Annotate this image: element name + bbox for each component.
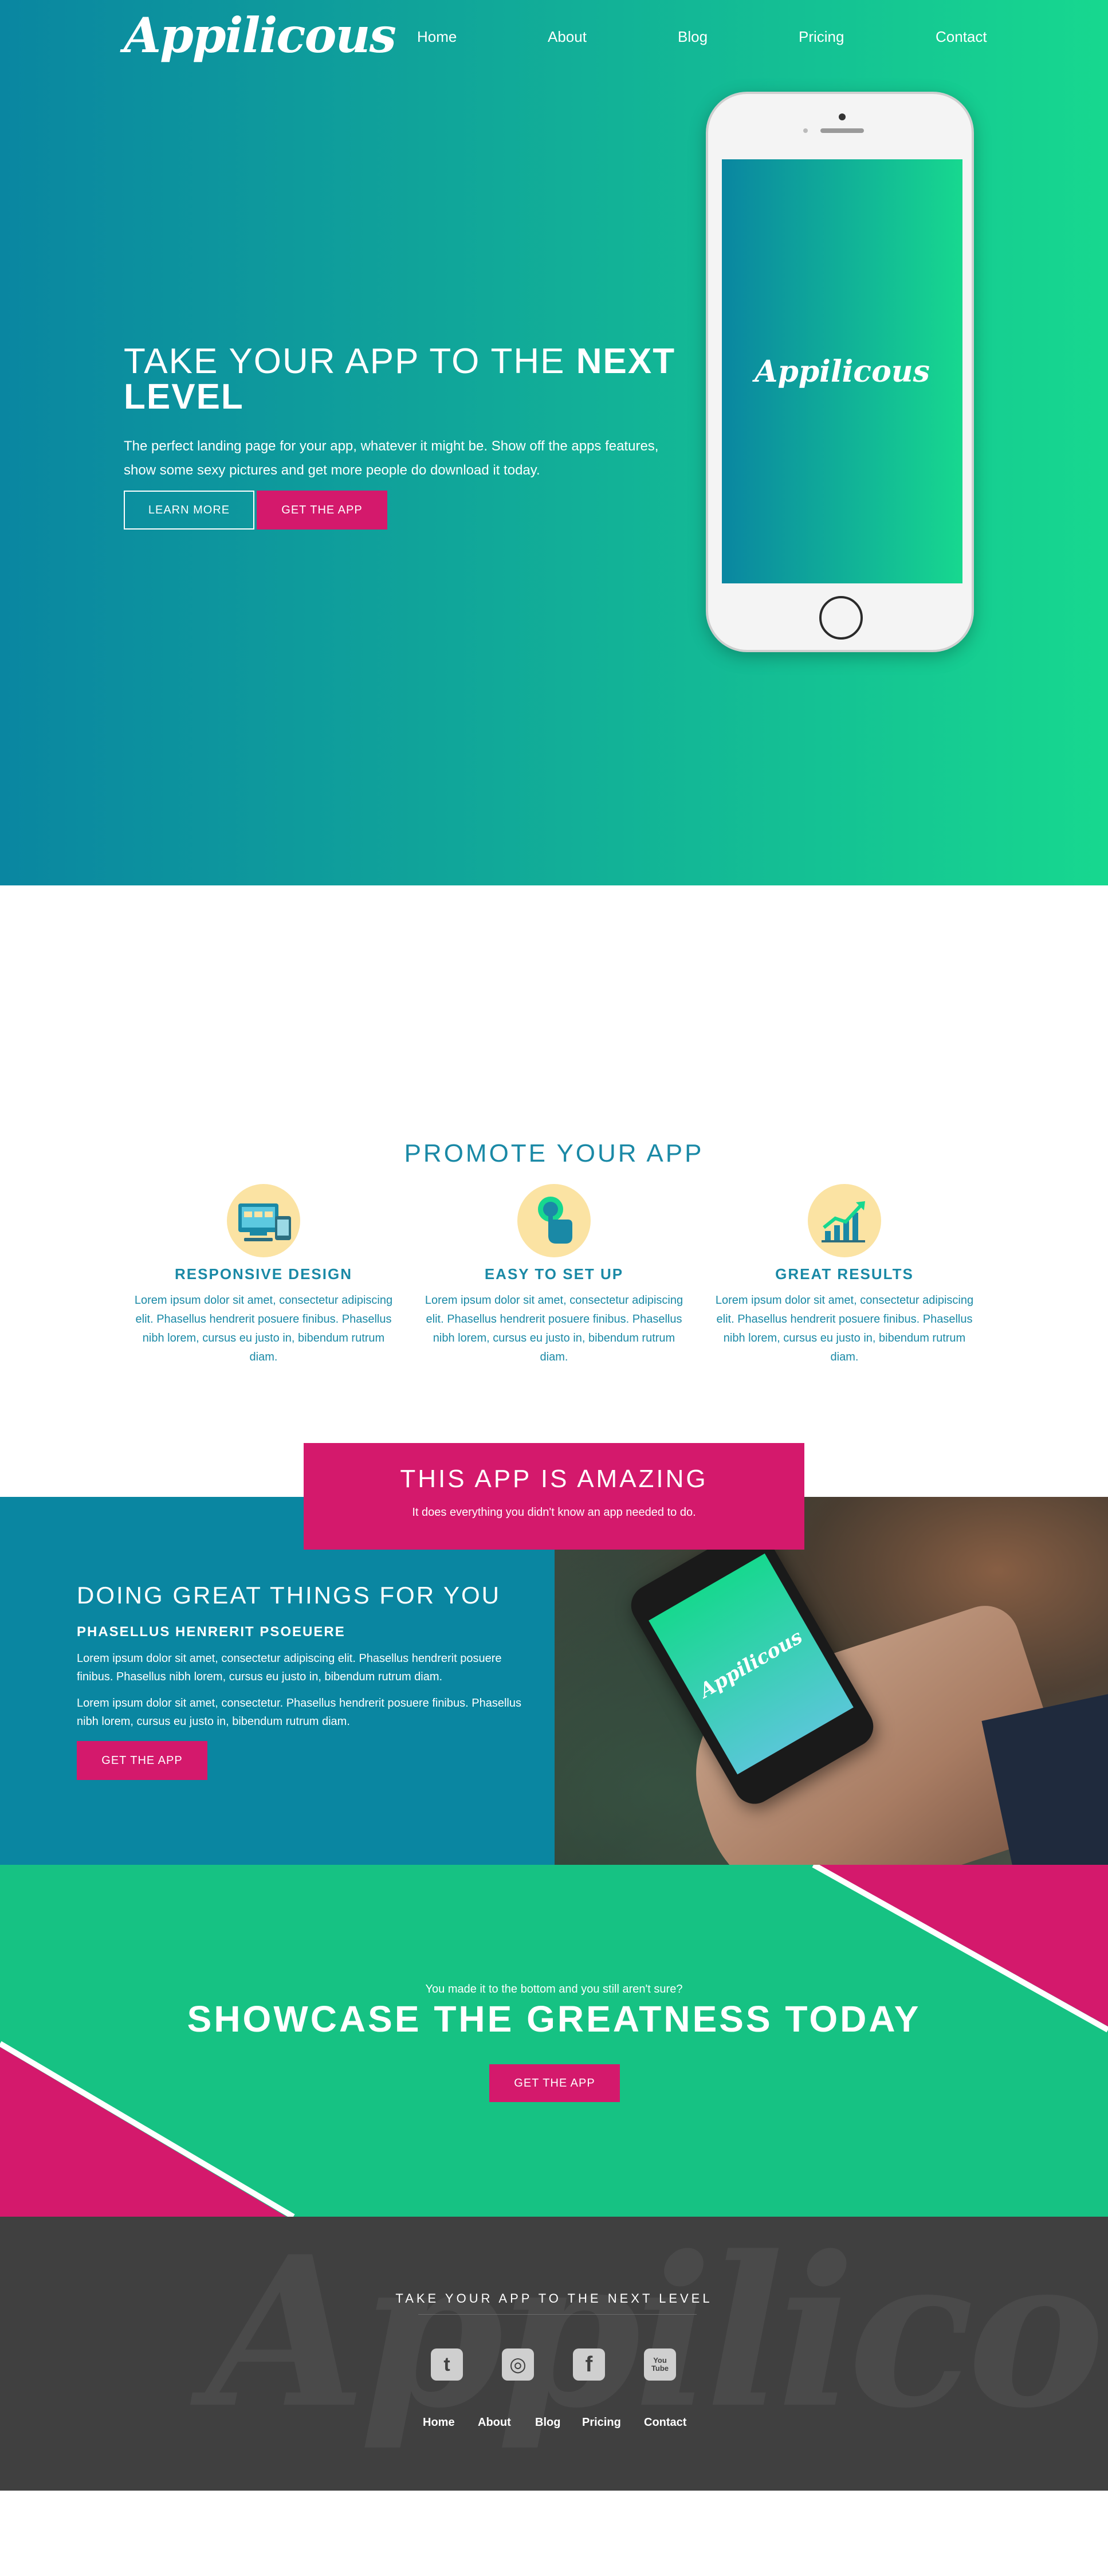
feature-text: Lorem ipsum dolor sit amet, consectetur …	[715, 1294, 974, 1363]
footer-tagline: TAKE YOUR APP TO THE NEXT LEVEL	[395, 2291, 713, 2306]
doing-title: DOING GREAT THINGS FOR YOU	[77, 1582, 501, 1609]
facebook-icon[interactable]: f	[573, 2348, 605, 2381]
youtube-icon[interactable]: You Tube	[644, 2348, 676, 2381]
twitter-icon[interactable]: t	[431, 2348, 463, 2381]
nav-pricing[interactable]: Pricing	[799, 25, 844, 48]
feature-title: EASY TO SET UP	[484, 1265, 624, 1283]
footer: Appilicous TAKE YOUR APP TO THE NEXT LEV…	[0, 2217, 1108, 2491]
get-app-button[interactable]: GET THE APP	[257, 491, 387, 530]
responsive-design-icon	[227, 1184, 300, 1257]
instagram-icon[interactable]: ◎	[502, 2348, 534, 2381]
footer-nav-contact[interactable]: Contact	[644, 2416, 686, 2429]
doing-get-app-button[interactable]: GET THE APP	[77, 1741, 207, 1780]
showcase-small-text: You made it to the bottom and you still …	[425, 1983, 683, 1995]
growth-chart-icon	[808, 1184, 881, 1257]
showcase-background	[0, 1865, 1108, 2217]
nav-contact[interactable]: Contact	[936, 25, 987, 48]
hero-section: Appilicous Home About Blog Pricing Conta…	[0, 0, 1108, 885]
phone-camera	[839, 113, 846, 120]
footer-nav-blog[interactable]: Blog	[535, 2416, 560, 2429]
feature-title: RESPONSIVE DESIGN	[175, 1265, 352, 1283]
amazing-title: THIS APP IS AMAZING	[400, 1465, 708, 1493]
footer-nav-about[interactable]: About	[478, 2416, 511, 2429]
phone-mockup: Appilicous	[706, 92, 974, 652]
feature-text: Lorem ipsum dolor sit amet, consectetur …	[425, 1294, 683, 1363]
doing-paragraph-2: Lorem ipsum dolor sit amet, consectetur.…	[77, 1697, 521, 1728]
showcase-section: You made it to the bottom and you still …	[0, 1865, 1108, 2217]
doing-section: DOING GREAT THINGS FOR YOU PHASELLUS HEN…	[0, 1497, 555, 1865]
feature-easy-setup: EASY TO SET UP Lorem ipsum dolor sit ame…	[417, 1184, 691, 1367]
feature-responsive-design: RESPONSIVE DESIGN Lorem ipsum dolor sit …	[126, 1184, 401, 1367]
doing-subtitle: PHASELLUS HENRERIT PSOEUERE	[77, 1624, 345, 1640]
showcase-title: SHOWCASE THE GREATNESS TODAY	[187, 1998, 921, 2040]
hero-title-light: TAKE YOUR APP TO THE	[124, 342, 576, 381]
feature-title: GREAT RESULTS	[775, 1265, 914, 1283]
footer-nav-home[interactable]: Home	[423, 2416, 455, 2429]
nav-home[interactable]: Home	[417, 25, 457, 48]
footer-divider	[418, 2314, 697, 2315]
phone-home-button	[819, 596, 863, 640]
learn-more-button[interactable]: LEARN MORE	[124, 491, 254, 530]
promote-title: PROMOTE YOUR APP	[404, 1139, 704, 1167]
amazing-banner: THIS APP IS AMAZING It does everything y…	[304, 1443, 804, 1550]
hero-subtitle: The perfect landing page for your app, w…	[124, 438, 659, 478]
nav-blog[interactable]: Blog	[678, 25, 708, 48]
amazing-subtitle: It does everything you didn't know an ap…	[412, 1506, 696, 1519]
feature-great-results: GREAT RESULTS Lorem ipsum dolor sit amet…	[707, 1184, 982, 1367]
hand-holding-phone-photo: Appilicous	[555, 1497, 1108, 1865]
photo-phone-screen: Appilicous	[649, 1553, 854, 1775]
tap-hand-icon	[517, 1184, 591, 1257]
showcase-get-app-button[interactable]: GET THE APP	[489, 2064, 620, 2102]
main-nav: Home About Blog Pricing Contact	[0, 25, 1108, 48]
phone-screen-logo: Appilicous	[755, 354, 930, 389]
feature-text: Lorem ipsum dolor sit amet, consectetur …	[134, 1294, 393, 1363]
nav-about[interactable]: About	[548, 25, 587, 48]
doing-paragraph-1: Lorem ipsum dolor sit amet, consectetur …	[77, 1652, 502, 1683]
phone-screen: Appilicous	[722, 159, 962, 583]
hero-title: TAKE YOUR APP TO THE NEXT LEVEL	[124, 344, 685, 415]
phone-sensor	[803, 128, 808, 133]
footer-nav-pricing[interactable]: Pricing	[582, 2416, 621, 2429]
phone-speaker	[820, 128, 864, 133]
